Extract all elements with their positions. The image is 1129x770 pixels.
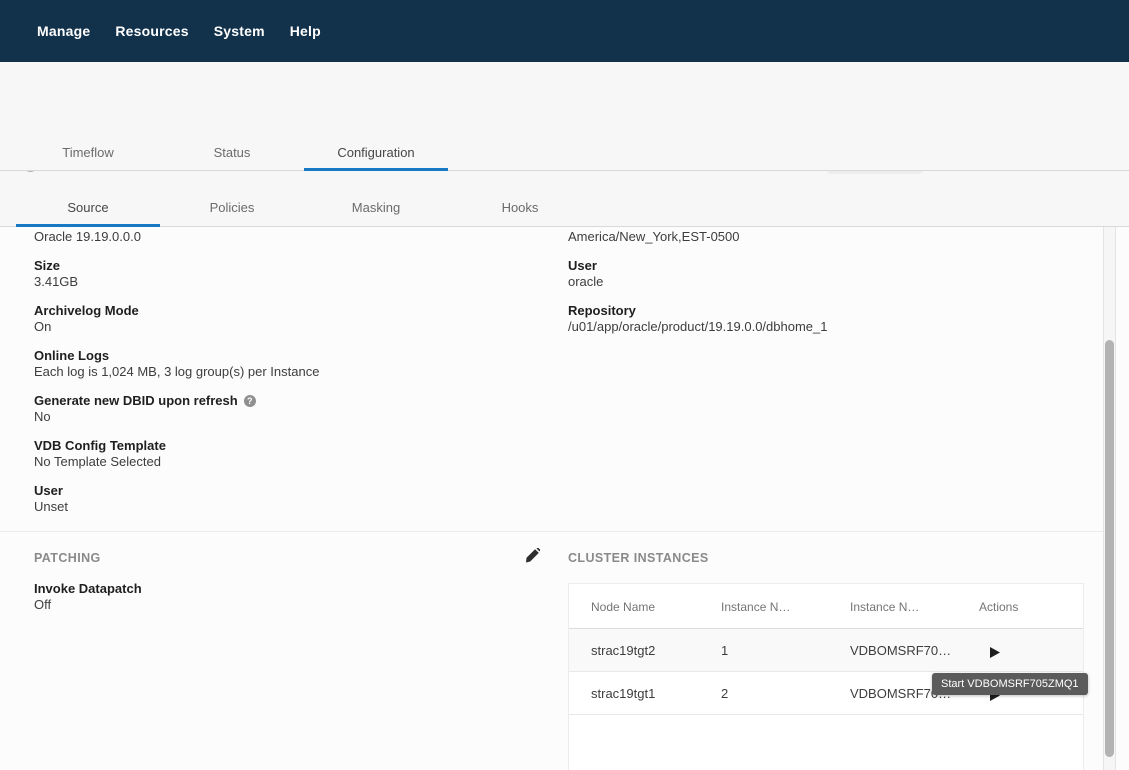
field-label: Archivelog Mode [34, 303, 534, 319]
column-header-instance-name: Instance N… [850, 600, 919, 614]
field-value: 3.41GB [34, 274, 534, 290]
subtab-hooks[interactable]: Hooks [448, 188, 592, 226]
edit-patching-icon[interactable] [524, 548, 540, 564]
subtab-masking[interactable]: Masking [304, 188, 448, 226]
configuration-subtabs: Source Policies Masking Hooks [0, 188, 1129, 227]
field-value: No Template Selected [34, 454, 534, 470]
column-header-instance-number: Instance N… [721, 600, 790, 614]
source-left-column: Oracle 19.19.0.0.0 Size 3.41GB Archivelo… [34, 229, 534, 528]
main-tabs: Timeflow Status Configuration [0, 135, 1129, 171]
field-size: Size 3.41GB [34, 258, 534, 290]
field-label: VDB Config Template [34, 438, 534, 454]
field-archivelog-mode: Archivelog Mode On [34, 303, 534, 335]
field-value: On [34, 319, 534, 335]
field-online-logs: Online Logs Each log is 1,024 MB, 3 log … [34, 348, 534, 380]
field-db-version: Oracle 19.19.0.0.0 [34, 229, 534, 245]
field-label: Size [34, 258, 534, 274]
column-header-actions: Actions [979, 600, 1018, 614]
subtab-label: Masking [352, 200, 400, 215]
field-value: Oracle 19.19.0.0.0 [34, 229, 534, 245]
field-label: Online Logs [34, 348, 534, 364]
field-label: Invoke Datapatch [34, 581, 142, 597]
subtab-label: Policies [210, 200, 255, 215]
field-repository: Repository /u01/app/oracle/product/19.19… [568, 303, 1088, 335]
cell-instance-number: 1 [721, 643, 728, 658]
field-value: Off [34, 597, 142, 613]
subtab-label: Hooks [502, 200, 539, 215]
tab-label: Status [214, 145, 251, 160]
field-vdb-config-template: VDB Config Template No Template Selected [34, 438, 534, 470]
cell-node-name: strac19tgt2 [591, 643, 655, 658]
cell-instance-number: 2 [721, 686, 728, 701]
field-timezone: America/New_York,EST-0500 [568, 229, 1088, 245]
field-user: User Unset [34, 483, 534, 515]
top-nav-bar: Manage Resources System Help [0, 0, 1129, 62]
table-row: strac19tgt2 1 VDBOMSRF70… [569, 629, 1083, 672]
tab-label: Timeflow [62, 145, 114, 160]
source-config-panel: Oracle 19.19.0.0.0 Size 3.41GB Archivelo… [0, 227, 1129, 770]
start-instance-button[interactable] [990, 645, 1000, 656]
column-header-node-name: Node Name [591, 600, 655, 614]
field-env-user: User oracle [568, 258, 1088, 290]
field-value: Each log is 1,024 MB, 3 log group(s) per… [34, 364, 534, 380]
field-label: User [34, 483, 534, 499]
field-value: America/New_York,EST-0500 [568, 229, 1088, 245]
vertical-scrollbar-thumb[interactable] [1105, 340, 1114, 757]
field-value: Unset [34, 499, 534, 515]
field-label: Generate new DBID upon refresh [34, 393, 238, 409]
source-right-column: America/New_York,EST-0500 User oracle Re… [568, 229, 1088, 348]
cell-node-name: strac19tgt1 [591, 686, 655, 701]
tab-configuration[interactable]: Configuration [304, 135, 448, 170]
field-value: No [34, 409, 534, 425]
nav-item-manage[interactable]: Manage [37, 23, 90, 39]
patching-section-title: PATCHING [34, 551, 101, 565]
nav-item-system[interactable]: System [214, 23, 265, 39]
field-label: User [568, 258, 1088, 274]
tab-status[interactable]: Status [160, 135, 304, 170]
subtab-source[interactable]: Source [16, 188, 160, 226]
field-label: Repository [568, 303, 1088, 319]
field-invoke-datapatch: Invoke Datapatch Off [34, 581, 142, 613]
field-generate-dbid: Generate new DBID upon refresh ? No [34, 393, 534, 425]
subtab-policies[interactable]: Policies [160, 188, 304, 226]
field-value: /u01/app/oracle/product/19.19.0.0/dbhome… [568, 319, 1088, 335]
section-divider [0, 531, 1103, 532]
nav-item-help[interactable]: Help [290, 23, 321, 39]
nav-item-resources[interactable]: Resources [115, 23, 188, 39]
tab-timeflow[interactable]: Timeflow [16, 135, 160, 170]
table-header-row: Node Name Instance N… Instance N… Action… [569, 584, 1083, 629]
cluster-instances-title: CLUSTER INSTANCES [568, 551, 709, 565]
tab-label: Configuration [337, 145, 414, 160]
cell-instance-name: VDBOMSRF70… [850, 643, 951, 658]
subtab-label: Source [67, 200, 108, 215]
help-icon[interactable]: ? [244, 395, 256, 407]
field-value: oracle [568, 274, 1088, 290]
start-instance-tooltip: Start VDBOMSRF705ZMQ1 [932, 673, 1088, 695]
